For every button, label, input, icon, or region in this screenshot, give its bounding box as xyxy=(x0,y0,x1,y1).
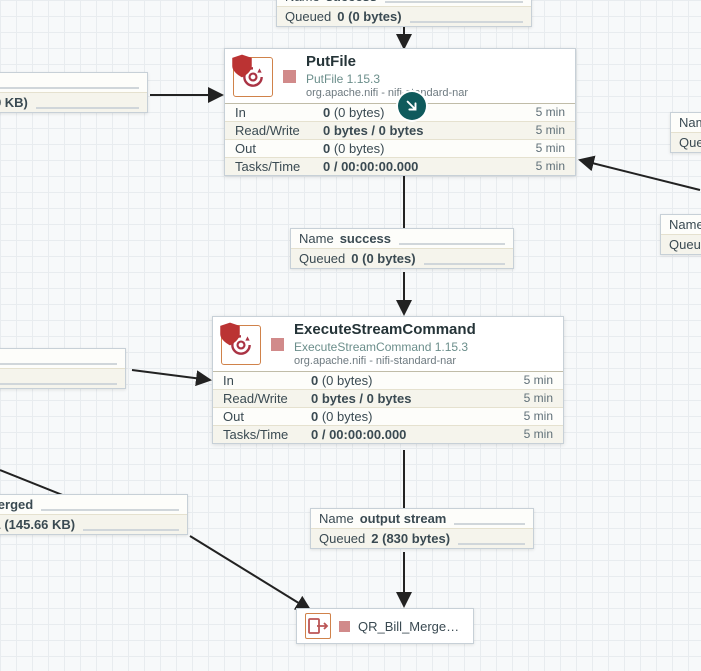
shield-icon xyxy=(229,53,255,79)
stopped-icon xyxy=(271,338,284,351)
processor-header: ExecuteStreamCommand ExecuteStreamComman… xyxy=(213,317,563,371)
label: Name xyxy=(319,511,354,526)
shield-icon xyxy=(217,321,243,347)
processor-title: ExecuteStreamCommand xyxy=(294,321,476,340)
label: Queued xyxy=(299,251,345,266)
output-port-name: QR_Bill_Merge… xyxy=(358,619,459,634)
output-port-icon xyxy=(305,613,331,639)
label: Name xyxy=(285,0,320,4)
processor-stats: In 0 (0 bytes) 5 min Read/Write 0 bytes … xyxy=(213,371,563,443)
stopped-icon xyxy=(339,621,350,632)
arrow-down-right-icon xyxy=(405,99,419,113)
top-partial-connection: Name success Queued 0 (0 bytes) xyxy=(276,0,532,27)
label: Queued xyxy=(285,9,331,24)
value: 0 (0 bytes) xyxy=(337,9,401,24)
connection-nonzero-status[interactable]: nzero status (0 bytes) xyxy=(0,348,126,389)
processor-title: PutFile xyxy=(306,53,468,72)
label: Name xyxy=(299,231,334,246)
export-icon xyxy=(306,614,330,638)
label: Queued xyxy=(319,531,365,546)
connection-failure[interactable]: failure d 3 (193.39 KB) xyxy=(0,72,148,113)
processor-executestreamcommand[interactable]: ExecuteStreamCommand ExecuteStreamComman… xyxy=(212,316,564,444)
processor-icon xyxy=(221,325,261,365)
right-partial-mid: Name Queu xyxy=(660,214,701,255)
processor-bundle: org.apache.nifi - nifi-standard-nar xyxy=(294,355,476,369)
stopped-icon xyxy=(283,70,296,83)
output-port-qr-bill-merge[interactable]: QR_Bill_Merge… xyxy=(296,608,474,644)
processor-icon xyxy=(233,57,273,97)
connection-name: merged xyxy=(0,497,33,512)
connection-merged[interactable]: e merged ed 1 (145.66 KB) xyxy=(0,494,188,535)
right-partial-top: Nam Que xyxy=(670,112,701,153)
connection-drop-target[interactable] xyxy=(398,92,426,120)
processor-type: PutFile 1.15.3 xyxy=(306,72,468,87)
connection-name: success xyxy=(340,231,391,246)
processor-bundle: org.apache.nifi - nifi-standard-nar xyxy=(306,87,468,101)
connection-output-stream[interactable]: Name output stream Queued 2 (830 bytes) xyxy=(310,508,534,549)
connection-success[interactable]: Name success Queued 0 (0 bytes) xyxy=(290,228,514,269)
value: success xyxy=(326,0,377,4)
connection-name: output stream xyxy=(360,511,447,526)
processor-header: PutFile PutFile 1.15.3 org.apache.nifi -… xyxy=(225,49,575,103)
processor-type: ExecuteStreamCommand 1.15.3 xyxy=(294,340,476,355)
